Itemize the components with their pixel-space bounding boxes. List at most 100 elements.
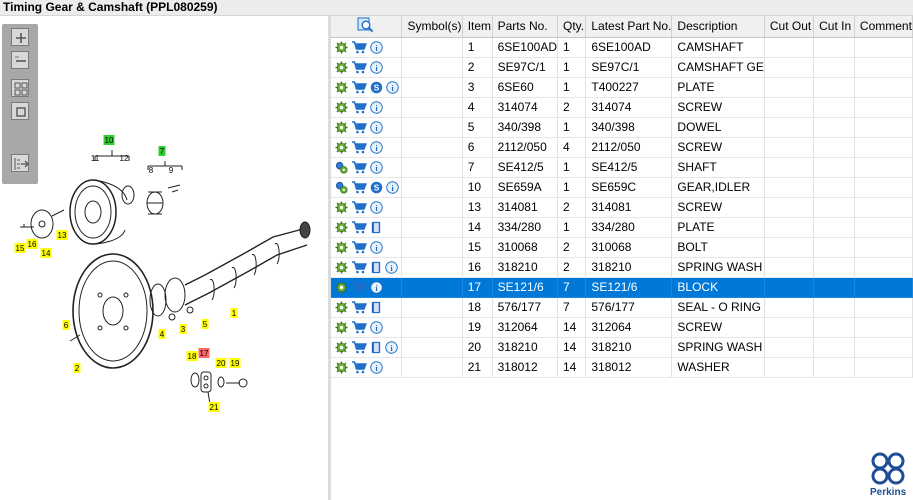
- table-row[interactable]: 18 576/177 7 576/177 SEAL - O RING: [331, 297, 913, 318]
- cart-icon[interactable]: [351, 340, 367, 354]
- gear-icon[interactable]: [335, 260, 348, 274]
- gear-icon[interactable]: [335, 140, 348, 154]
- gear-icon[interactable]: [335, 240, 348, 254]
- cart-icon[interactable]: [351, 140, 367, 154]
- column-header-actions[interactable]: [331, 16, 403, 38]
- cart-icon[interactable]: [351, 220, 367, 234]
- column-header-symbol-s[interactable]: Symbol(s): [401, 16, 463, 38]
- callout-label[interactable]: 9: [169, 166, 174, 175]
- table-row[interactable]: i 2 SE97C/1 1 SE97C/1 CAMSHAFT GE: [331, 57, 913, 78]
- cart-icon[interactable]: [351, 320, 367, 334]
- gear-icon[interactable]: [335, 340, 348, 354]
- info-icon[interactable]: i: [370, 120, 383, 134]
- cart-icon[interactable]: [351, 300, 367, 314]
- callout-label[interactable]: 4: [160, 330, 165, 339]
- gear-icon[interactable]: [335, 40, 348, 54]
- info-icon[interactable]: i: [370, 240, 383, 254]
- info-icon[interactable]: i: [370, 140, 383, 154]
- callout-label[interactable]: 1: [232, 309, 237, 318]
- gear-icon[interactable]: [335, 100, 348, 114]
- cart-icon[interactable]: [351, 280, 367, 294]
- callout-label[interactable]: 17: [200, 349, 209, 358]
- info-icon[interactable]: i: [370, 200, 383, 214]
- fit-to-window-button[interactable]: [11, 79, 29, 97]
- book-icon[interactable]: [370, 341, 382, 354]
- column-header-cut-in[interactable]: Cut In: [813, 16, 855, 38]
- cart-icon[interactable]: [351, 80, 367, 94]
- gear-icon[interactable]: [335, 220, 348, 234]
- supersession-icon[interactable]: S: [370, 81, 383, 94]
- table-row[interactable]: i 21 318012 14 318012 WASHER: [331, 357, 913, 378]
- table-row[interactable]: i 7 SE412/5 1 SE412/5 SHAFT: [331, 157, 913, 178]
- callout-label[interactable]: 6: [64, 321, 69, 330]
- info-icon[interactable]: i: [370, 60, 383, 74]
- table-row[interactable]: i 1 6SE100AD 1 6SE100AD CAMSHAFT: [331, 37, 913, 58]
- cart-icon[interactable]: [351, 120, 367, 134]
- column-header-description[interactable]: Description: [671, 16, 765, 38]
- gear-icon[interactable]: [335, 360, 348, 374]
- callout-label[interactable]: 12: [120, 154, 129, 163]
- book-icon[interactable]: [370, 221, 382, 234]
- callout-label[interactable]: 11: [91, 154, 100, 163]
- info-icon[interactable]: i: [385, 340, 398, 354]
- table-row[interactable]: i 15 310068 2 310068 BOLT: [331, 237, 913, 258]
- callout-label[interactable]: 8: [149, 166, 154, 175]
- callout-label[interactable]: 14: [42, 249, 51, 258]
- column-header-qty[interactable]: Qty.: [557, 16, 587, 38]
- cart-icon[interactable]: [351, 100, 367, 114]
- gear-icon[interactable]: [335, 300, 348, 314]
- actual-size-button[interactable]: [11, 102, 29, 120]
- table-row[interactable]: Si 10 SE659A 1 SE659C GEAR,IDLER: [331, 177, 913, 198]
- callout-label[interactable]: 5: [203, 320, 208, 329]
- table-row[interactable]: i 4 314074 2 314074 SCREW: [331, 97, 913, 118]
- info-icon[interactable]: i: [386, 80, 399, 94]
- info-icon[interactable]: i: [386, 180, 399, 194]
- info-icon[interactable]: i: [385, 260, 398, 274]
- column-header-comment[interactable]: Comment: [854, 16, 913, 38]
- gear-icon[interactable]: [335, 280, 348, 294]
- cart-icon[interactable]: [351, 40, 367, 54]
- callout-label[interactable]: 16: [28, 240, 37, 249]
- cart-icon[interactable]: [351, 240, 367, 254]
- callout-label[interactable]: 18: [188, 352, 197, 361]
- book-icon[interactable]: [370, 301, 382, 314]
- info-icon[interactable]: i: [370, 280, 383, 294]
- info-icon[interactable]: i: [370, 360, 383, 374]
- cart-icon[interactable]: [351, 60, 367, 74]
- info-icon[interactable]: i: [370, 100, 383, 114]
- table-row[interactable]: i 6 2112/050 4 2112/050 SCREW: [331, 137, 913, 158]
- zoom-in-button[interactable]: [11, 28, 29, 46]
- table-row[interactable]: i 13 314081 2 314081 SCREW: [331, 197, 913, 218]
- callout-label[interactable]: 19: [231, 359, 240, 368]
- zoom-out-button[interactable]: [11, 51, 29, 69]
- column-header-latest-part-no[interactable]: Latest Part No.: [585, 16, 673, 38]
- cart-icon[interactable]: [351, 180, 367, 194]
- gears-icon[interactable]: [335, 181, 348, 194]
- cart-icon[interactable]: [351, 160, 367, 174]
- table-row[interactable]: i 16 318210 2 318210 SPRING WASH: [331, 257, 913, 278]
- callout-label[interactable]: 10: [105, 136, 114, 145]
- callout-label[interactable]: 21: [210, 403, 219, 412]
- column-header-item[interactable]: Item: [462, 16, 493, 38]
- table-row[interactable]: 14 334/280 1 334/280 PLATE: [331, 217, 913, 238]
- cart-icon[interactable]: [351, 200, 367, 214]
- cart-icon[interactable]: [351, 360, 367, 374]
- table-row[interactable]: i 20 318210 14 318210 SPRING WASH: [331, 337, 913, 358]
- callout-label[interactable]: 3: [181, 325, 186, 334]
- info-icon[interactable]: i: [370, 320, 383, 334]
- cart-icon[interactable]: [351, 260, 367, 274]
- search-icon[interactable]: [357, 17, 375, 33]
- gear-icon[interactable]: [335, 320, 348, 334]
- column-header-cut-out[interactable]: Cut Out: [764, 16, 815, 38]
- gear-icon[interactable]: [335, 60, 348, 74]
- callout-label[interactable]: 13: [58, 231, 67, 240]
- column-header-parts-no[interactable]: Parts No.: [492, 16, 558, 38]
- callout-label[interactable]: 15: [16, 244, 25, 253]
- book-icon[interactable]: [370, 261, 382, 274]
- table-row[interactable]: i 19 312064 14 312064 SCREW: [331, 317, 913, 338]
- gear-icon[interactable]: [335, 200, 348, 214]
- info-icon[interactable]: i: [370, 160, 383, 174]
- info-icon[interactable]: i: [370, 40, 383, 54]
- table-row[interactable]: i 5 340/398 1 340/398 DOWEL: [331, 117, 913, 138]
- callout-label[interactable]: 2: [75, 364, 80, 373]
